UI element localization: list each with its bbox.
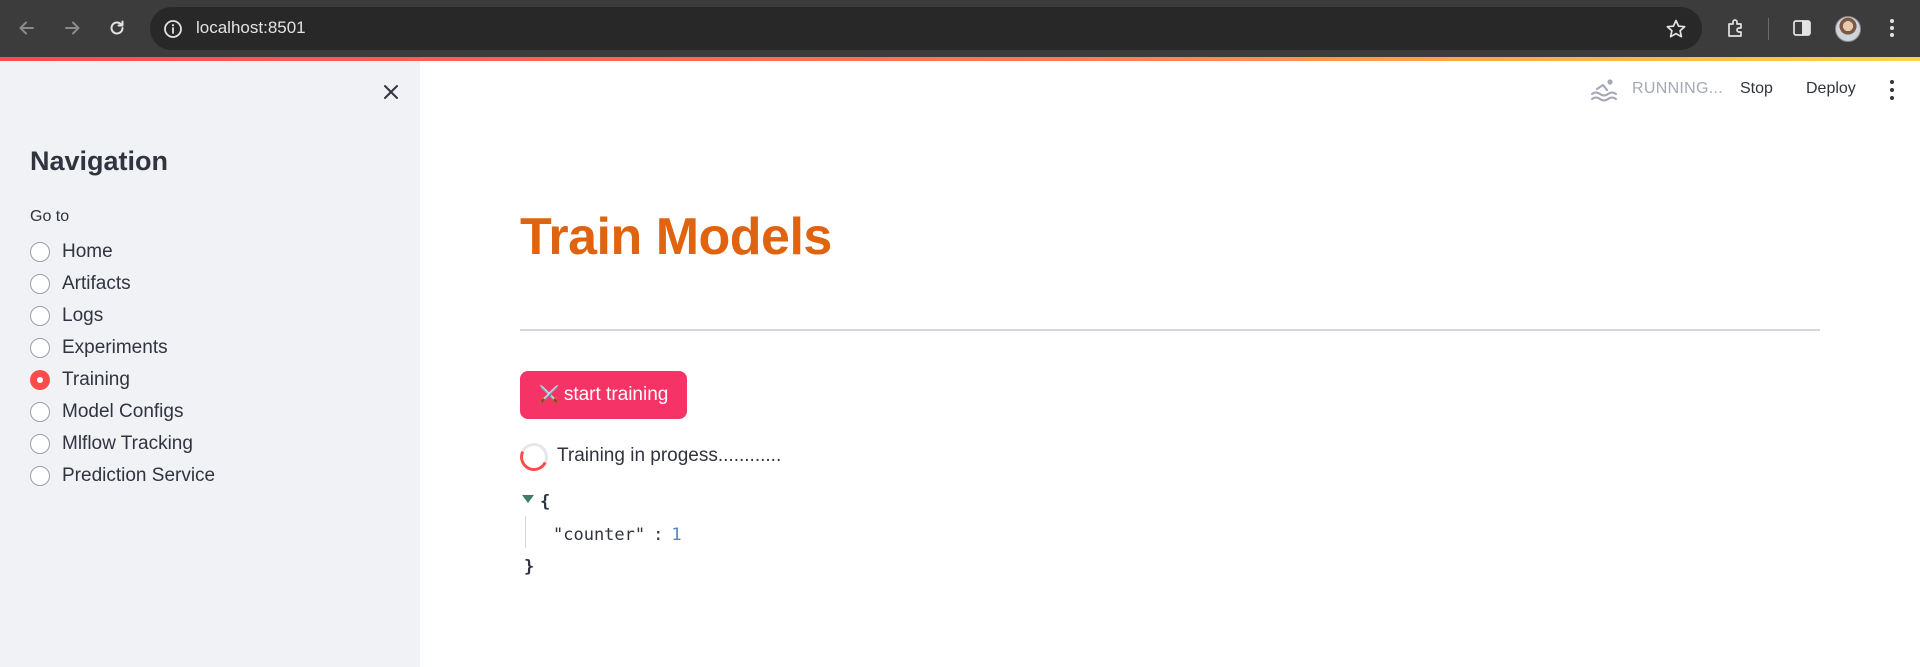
sidebar-item-logs[interactable]: Logs	[30, 300, 215, 332]
forward-icon[interactable]	[56, 12, 88, 44]
radio-button[interactable]	[30, 242, 50, 262]
sidebar-item-experiments[interactable]: Experiments	[30, 332, 215, 364]
app-running-status: RUNNING...	[1632, 80, 1723, 97]
sidebar-item-label: Model Configs	[62, 401, 184, 422]
extensions-icon[interactable]	[1720, 12, 1752, 44]
close-sidebar-icon[interactable]	[378, 79, 404, 105]
page-title: Train Models	[520, 208, 832, 266]
sidebar-item-artifacts[interactable]: Artifacts	[30, 268, 215, 300]
sidebar-item-mlflow-tracking[interactable]: Mlflow Tracking	[30, 428, 215, 460]
url-text[interactable]: localhost:8501	[196, 18, 306, 38]
json-close-brace: }	[524, 557, 535, 577]
start-training-label: start training	[563, 384, 669, 405]
sidebar-item-label: Prediction Service	[62, 465, 216, 486]
browser-toolbar: localhost:8501	[0, 0, 1920, 57]
collapse-caret-icon[interactable]	[522, 495, 534, 503]
radio-button[interactable]	[30, 402, 50, 422]
reload-icon[interactable]	[101, 12, 133, 44]
json-value: 1	[671, 525, 682, 545]
address-bar[interactable]: localhost:8501	[150, 7, 1702, 50]
profile-avatar[interactable]	[1835, 16, 1861, 42]
deploy-button[interactable]: Deploy	[1806, 80, 1856, 98]
radio-button[interactable]	[30, 434, 50, 454]
sidebar-item-label: Home	[62, 241, 113, 262]
json-key: "counter"	[553, 525, 646, 545]
sidebar-item-home[interactable]: Home	[30, 236, 215, 268]
start-training-button[interactable]: ⚔️ start training	[520, 371, 687, 419]
radio-button[interactable]	[30, 306, 50, 326]
sidebar-item-label: Experiments	[62, 337, 168, 358]
crossed-swords-icon: ⚔️	[538, 385, 560, 404]
toolbar-separator	[1768, 18, 1769, 40]
side-panel-icon[interactable]	[1786, 12, 1818, 44]
divider	[520, 329, 1820, 331]
sidebar-item-label: Artifacts	[62, 273, 131, 294]
radio-button[interactable]	[30, 466, 50, 486]
json-indent-guide	[525, 516, 526, 548]
radio-button-selected[interactable]	[30, 370, 50, 390]
json-open-brace: {	[540, 492, 551, 512]
progress-message: Training in progess............	[557, 445, 782, 466]
back-icon[interactable]	[11, 12, 43, 44]
running-swimmer-icon	[1591, 79, 1617, 102]
json-entry: "counter":1	[553, 525, 682, 545]
sidebar-item-label: Mlflow Tracking	[62, 433, 193, 454]
sidebar-item-model-configs[interactable]: Model Configs	[30, 396, 215, 428]
radio-button[interactable]	[30, 338, 50, 358]
navigation-radio-group: Home Artifacts Logs Experiments Training…	[30, 236, 215, 492]
sidebar-item-label: Logs	[62, 305, 104, 326]
radio-group-caption: Go to	[30, 208, 70, 225]
radio-button[interactable]	[30, 274, 50, 294]
app-menu-icon[interactable]	[1884, 80, 1900, 100]
sidebar-item-training[interactable]: Training	[30, 364, 215, 396]
stop-button[interactable]: Stop	[1740, 80, 1773, 98]
sidebar-item-prediction-service[interactable]: Prediction Service	[30, 460, 215, 492]
loading-spinner-icon	[516, 439, 552, 475]
json-colon: :	[653, 525, 664, 545]
sidebar-title: Navigation	[30, 146, 169, 176]
sidebar-item-label: Training	[62, 369, 130, 390]
browser-menu-icon[interactable]	[1876, 12, 1908, 44]
bookmark-star-icon[interactable]	[1664, 17, 1688, 41]
site-info-icon[interactable]	[162, 18, 184, 40]
